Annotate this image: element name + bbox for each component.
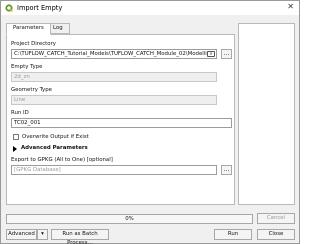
run-id-field[interactable]: TC02_001: [11, 118, 232, 128]
expand-arrow-icon[interactable]: [13, 146, 17, 152]
qgis-icon: [5, 4, 13, 12]
progress-bar: 0%: [6, 214, 253, 224]
export-gpkg-field[interactable]: [GPKG Database]: [11, 165, 217, 175]
advanced-button[interactable]: Advanced: [6, 229, 37, 240]
geometry-type-label: Geometry Type: [11, 87, 52, 93]
overwrite-label: Overwrite Output if Exist: [22, 134, 89, 140]
run-button[interactable]: Run: [214, 229, 252, 240]
empty-type-field[interactable]: 2d_zn: [11, 72, 217, 82]
close-window-icon[interactable]: ✕: [287, 2, 294, 11]
project-directory-browse-button[interactable]: …: [221, 49, 232, 59]
project-directory-value: C:\TUFLOW_CATCH_Tutorial_Models\TUFLOW_C…: [14, 51, 214, 57]
advanced-parameters-toggle[interactable]: Advanced Parameters: [21, 145, 88, 151]
project-directory-field[interactable]: C:\TUFLOW_CATCH_Tutorial_Models\TUFLOW_C…: [11, 49, 217, 59]
run-as-batch-button[interactable]: Run as Batch Process…: [51, 229, 109, 244]
cancel-button[interactable]: Cancel: [257, 213, 295, 224]
close-button[interactable]: Close: [257, 229, 295, 240]
tab-parameters[interactable]: Parameters: [6, 23, 51, 35]
clear-icon[interactable]: ✕: [207, 51, 215, 57]
overwrite-checkbox[interactable]: [13, 134, 19, 140]
parameters-panel: Project Directory C:\TUFLOW_CATCH_Tutori…: [6, 34, 235, 205]
import-empty-dialog: Import Empty ✕ Parameters Log Project Di…: [0, 0, 300, 244]
export-gpkg-label: Export to GPKG (All to One) [optional]: [11, 157, 113, 163]
run-id-label: Run ID: [11, 110, 29, 116]
export-gpkg-browse-button[interactable]: …: [221, 165, 232, 175]
project-directory-label: Project Directory: [11, 41, 57, 47]
window-title: Import Empty: [17, 4, 63, 12]
title-bar: Import Empty ✕: [1, 1, 299, 15]
help-panel: [238, 23, 295, 205]
advanced-dropdown-icon[interactable]: ▾: [37, 229, 48, 240]
empty-type-label: Empty Type: [11, 64, 43, 70]
geometry-type-field[interactable]: Line: [11, 95, 217, 105]
